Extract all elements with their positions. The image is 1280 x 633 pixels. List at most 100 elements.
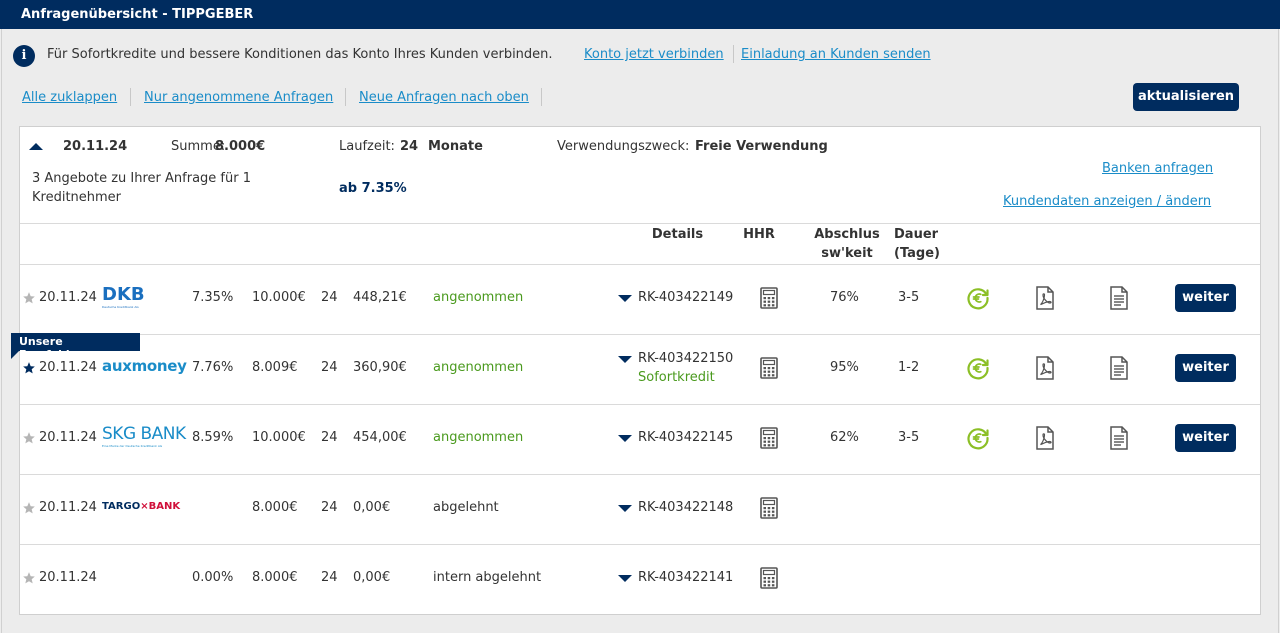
row-status: intern abgelehnt xyxy=(433,570,542,585)
row-amount: 8.000€ xyxy=(252,500,298,515)
row-rate: 7.76% xyxy=(192,360,234,375)
collapse-all-link[interactable]: Alle zuklappen xyxy=(22,90,117,105)
row-duration: 3-5 xyxy=(898,430,920,445)
recommendation-badge-tip xyxy=(11,351,19,359)
invite-customer-link[interactable]: Einladung an Kunden senden xyxy=(741,47,931,62)
window-title: Anfragenübersicht - TIPPGEBER xyxy=(0,0,1280,29)
col-header-completion-line2: sw'keit xyxy=(821,246,873,261)
term-label: Laufzeit: xyxy=(339,139,395,154)
row-reference: RK-403422150 xyxy=(638,351,734,366)
divider xyxy=(20,544,1260,545)
purpose-value: Freie Verwendung xyxy=(695,139,828,154)
row-reference: RK-403422149 xyxy=(638,290,734,305)
ask-banks-link[interactable]: Banken anfragen xyxy=(1102,161,1213,176)
calculator-icon[interactable] xyxy=(760,497,778,523)
col-header-duration-line1: Dauer xyxy=(894,227,939,242)
bank-logo-subtitle: Eine Marke der Deutsche Kreditbank AG xyxy=(102,444,163,448)
bank-logo-auxmoney: auxmoney xyxy=(102,357,187,375)
star-icon[interactable] xyxy=(22,291,36,309)
row-monthly: 0,00€ xyxy=(353,500,391,515)
star-icon[interactable] xyxy=(22,571,36,589)
collapse-icon[interactable] xyxy=(29,143,43,150)
bank-logo-name: DKB xyxy=(102,284,145,305)
row-reference: RK-403422145 xyxy=(638,430,734,445)
row-date: 20.11.24 xyxy=(39,360,97,375)
bank-logo-targobank: TARGO×BANK xyxy=(102,501,180,512)
expand-details-icon[interactable] xyxy=(618,356,632,363)
col-header-details: Details xyxy=(651,227,704,242)
sum-value: 8.000€ xyxy=(215,139,266,154)
row-monthly: 448,21€ xyxy=(353,290,407,305)
row-date: 20.11.24 xyxy=(39,430,97,445)
bank-logo-name-b: BANK xyxy=(148,501,181,512)
row-term: 24 xyxy=(321,570,338,585)
offers-text-line1: 3 Angebote zu Ihrer Anfrage für 1 xyxy=(32,171,251,186)
row-duration: 3-5 xyxy=(898,290,920,305)
star-filled-icon[interactable] xyxy=(22,361,36,379)
info-text: Für Sofortkredite und bessere Konditione… xyxy=(47,47,553,62)
divider xyxy=(20,404,1260,405)
expand-details-icon[interactable] xyxy=(618,435,632,442)
row-reference: RK-403422141 xyxy=(638,570,734,585)
bank-logo-name: SKG BANK xyxy=(102,424,186,444)
row-rate: 7.35% xyxy=(192,290,234,305)
pdf-icon[interactable] xyxy=(1035,286,1055,314)
row-duration: 1-2 xyxy=(898,360,920,375)
euro-cycle-icon[interactable] xyxy=(966,426,990,454)
row-monthly: 0,00€ xyxy=(353,570,391,585)
star-icon[interactable] xyxy=(22,431,36,449)
offers-text-line2: Kreditnehmer xyxy=(32,190,122,205)
weiter-button[interactable]: weiter xyxy=(1175,354,1236,382)
row-status: angenommen xyxy=(433,430,524,445)
row-instant-credit-label: Sofortkredit xyxy=(638,370,715,385)
col-header-completion-line1: Abschlus xyxy=(814,227,880,242)
weiter-button[interactable]: weiter xyxy=(1175,284,1236,312)
request-date: 20.11.24 xyxy=(63,139,128,154)
row-amount: 10.000€ xyxy=(252,290,306,305)
new-on-top-link[interactable]: Neue Anfragen nach oben xyxy=(359,90,529,105)
calculator-icon[interactable] xyxy=(760,357,778,383)
col-header-completion: Abschlus sw'keit xyxy=(807,225,887,263)
document-icon[interactable] xyxy=(1109,426,1129,454)
bank-logo-dkb: DKB Deutsche Kreditbank AG xyxy=(102,284,150,310)
divider xyxy=(20,474,1260,475)
row-probability: 76% xyxy=(830,290,859,305)
bank-logo-subtitle: Deutsche Kreditbank AG xyxy=(102,305,139,309)
divider xyxy=(345,88,346,106)
expand-details-icon[interactable] xyxy=(618,575,632,582)
document-icon[interactable] xyxy=(1109,286,1129,314)
row-monthly: 360,90€ xyxy=(353,360,407,375)
expand-details-icon[interactable] xyxy=(618,505,632,512)
row-amount: 8.009€ xyxy=(252,360,298,375)
only-accepted-link[interactable]: Nur angenommene Anfragen xyxy=(144,90,333,105)
row-date: 20.11.24 xyxy=(39,500,97,515)
col-header-duration: Dauer (Tage) xyxy=(894,225,946,263)
row-rate: 0.00% xyxy=(192,570,234,585)
connect-account-link[interactable]: Konto jetzt verbinden xyxy=(584,47,724,62)
row-probability: 62% xyxy=(830,430,859,445)
divider xyxy=(130,88,131,106)
row-reference: RK-403422148 xyxy=(638,500,734,515)
term-unit: Monate xyxy=(428,139,483,154)
purpose-label: Verwendungszweck: xyxy=(557,139,690,154)
calculator-icon[interactable] xyxy=(760,427,778,453)
bank-logo-name-a: TARGO xyxy=(102,501,141,512)
recommendation-badge: Unsere Empfehlung xyxy=(11,333,140,361)
pdf-icon[interactable] xyxy=(1035,426,1055,454)
customer-data-link[interactable]: Kundendaten anzeigen / ändern xyxy=(1003,194,1211,209)
refresh-button[interactable]: aktualisieren xyxy=(1133,83,1239,111)
divider xyxy=(541,88,542,106)
weiter-button[interactable]: weiter xyxy=(1175,424,1236,452)
row-amount: 8.000€ xyxy=(252,570,298,585)
calculator-icon[interactable] xyxy=(760,567,778,593)
star-icon[interactable] xyxy=(22,501,36,519)
calculator-icon[interactable] xyxy=(760,287,778,313)
document-icon[interactable] xyxy=(1109,356,1129,384)
row-term: 24 xyxy=(321,360,338,375)
row-term: 24 xyxy=(321,430,338,445)
pdf-icon[interactable] xyxy=(1035,356,1055,384)
euro-cycle-icon[interactable] xyxy=(966,286,990,314)
expand-details-icon[interactable] xyxy=(618,295,632,302)
euro-cycle-icon[interactable] xyxy=(966,356,990,384)
row-monthly: 454,00€ xyxy=(353,430,407,445)
